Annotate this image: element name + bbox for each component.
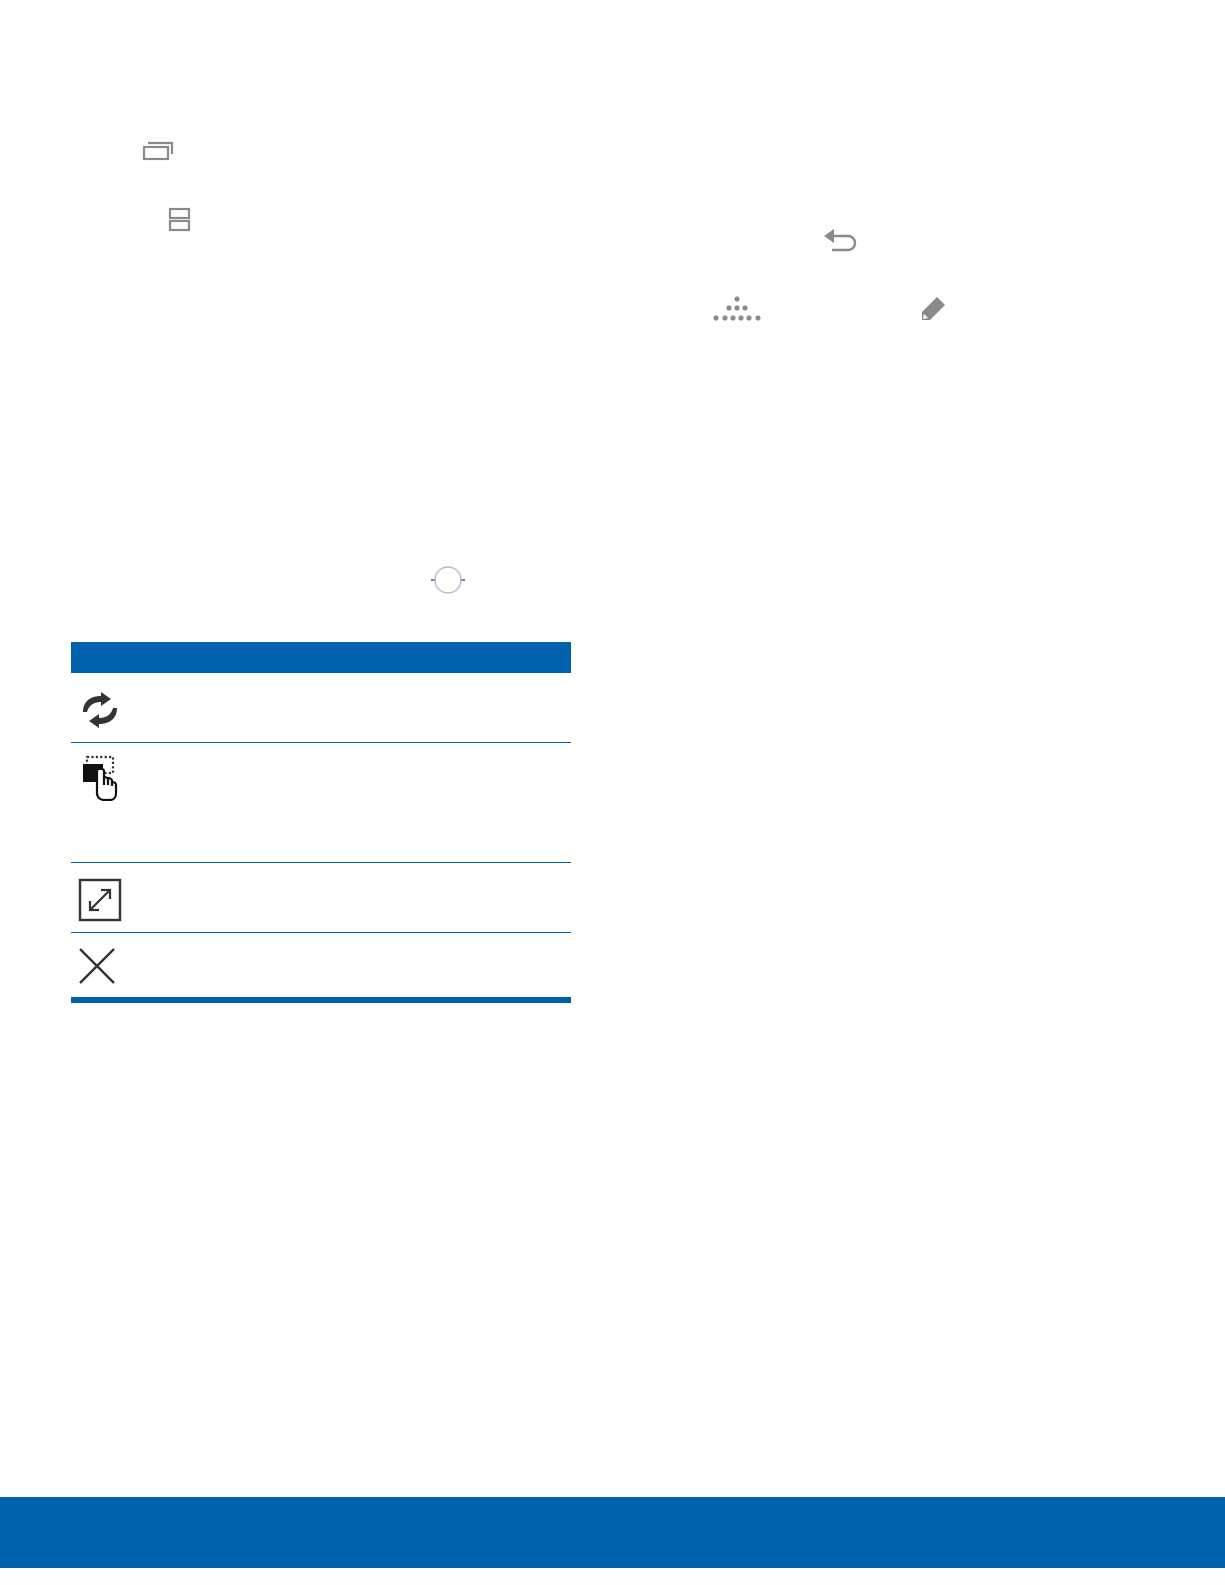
table-row <box>71 863 571 933</box>
pencil-icon <box>919 293 949 323</box>
table-row <box>71 743 571 863</box>
recent-apps-icon <box>140 140 174 162</box>
table-row <box>71 933 571 1003</box>
maximize-window-icon <box>77 877 123 928</box>
back-icon <box>824 228 858 252</box>
split-screen-icon <box>168 207 192 233</box>
drag-content-icon <box>77 755 121 806</box>
window-divider-handle-icon <box>428 564 468 596</box>
apps-grid-dots-icon <box>712 295 762 323</box>
close-app-icon <box>77 946 117 991</box>
window-controls-table <box>71 642 571 1003</box>
table-header <box>71 642 571 673</box>
swap-windows-icon <box>77 692 123 733</box>
footer-bar <box>0 1497 1225 1568</box>
table-row <box>71 673 571 743</box>
